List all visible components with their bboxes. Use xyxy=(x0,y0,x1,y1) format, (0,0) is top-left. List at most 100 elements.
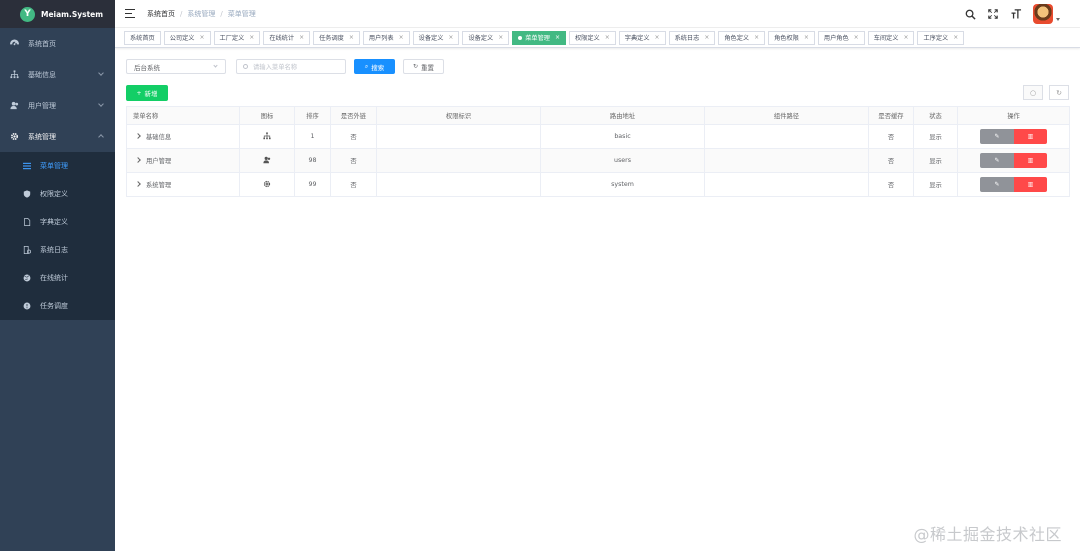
tag-item[interactable]: 工厂定义 × xyxy=(213,30,261,45)
close-icon[interactable]: × xyxy=(804,34,809,41)
system-select-value: 后台系统 xyxy=(134,63,160,72)
route-cell: system xyxy=(540,172,705,197)
sidebar-item-label: 菜单管理 xyxy=(40,162,68,170)
close-icon[interactable]: × xyxy=(903,34,908,41)
sidebar-item-permission[interactable]: 权限定义 xyxy=(0,180,115,208)
sidebar-item-online-stats[interactable]: 在线统计 xyxy=(0,264,115,292)
tag-item[interactable]: 字典定义 × xyxy=(618,30,666,45)
search-icon: ○ xyxy=(1029,88,1037,97)
search-icon[interactable] xyxy=(964,8,976,20)
close-icon[interactable]: × xyxy=(854,34,859,41)
close-icon[interactable]: × xyxy=(249,34,254,41)
edit-button[interactable]: ✎ xyxy=(980,153,1014,168)
app-logo[interactable]: Y Meiam.System xyxy=(0,0,115,28)
main-content: 后台系统 请输入菜单名称 ⌕ 搜索 ↻ 重置 + 新增 ○ ↻ 菜单名称 图标 … xyxy=(115,48,1080,551)
close-icon[interactable]: × xyxy=(555,34,560,41)
edit-button[interactable]: ✎ xyxy=(980,177,1014,192)
menu-name-cell[interactable]: 基础信息 xyxy=(126,124,240,149)
user-avatar[interactable] xyxy=(1033,4,1053,24)
fullscreen-icon[interactable] xyxy=(987,8,999,20)
table-row[interactable]: 基础信息 1 否 basic 否 显示 ✎ ▥ xyxy=(126,124,1070,149)
tag-item[interactable]: 角色定义 × xyxy=(718,30,766,45)
sidebar-item-task-schedule[interactable]: 任务调度 xyxy=(0,292,115,320)
expand-arrow-icon[interactable] xyxy=(135,133,141,139)
search-placeholder: 请输入菜单名称 xyxy=(253,64,298,71)
sidebar-item-system-log[interactable]: 系统日志 xyxy=(0,236,115,264)
chevron-down-icon xyxy=(98,101,104,107)
sitemap-icon xyxy=(263,131,271,142)
trash-icon: ▥ xyxy=(1027,133,1034,140)
breadcrumb-home[interactable]: 系统首页 xyxy=(147,9,175,19)
table-toolbar: ○ ↻ xyxy=(1023,85,1069,100)
tag-item[interactable]: 在线统计 × xyxy=(263,30,311,45)
font-size-icon[interactable] xyxy=(1010,8,1022,20)
close-icon[interactable]: × xyxy=(399,34,404,41)
tag-item[interactable]: 公司定义 × xyxy=(163,30,211,45)
breadcrumb-system: 系统管理 xyxy=(187,9,216,18)
refresh-icon: ↻ xyxy=(412,63,419,70)
gear-icon xyxy=(263,180,271,190)
sidebar-item-user-management[interactable]: 用户管理 xyxy=(0,90,115,121)
system-select[interactable]: 后台系统 xyxy=(126,59,226,74)
tag-item[interactable]: 车间定义 × xyxy=(867,30,915,45)
menu-name-cell[interactable]: 系统管理 xyxy=(126,172,240,197)
column-header: 状态 xyxy=(913,106,958,125)
search-button[interactable]: ⌕ 搜索 xyxy=(354,59,395,74)
sidebar-item-label: 系统管理 xyxy=(28,132,56,141)
table-row[interactable]: 系统管理 99 否 system 否 显示 ✎ ▥ xyxy=(126,172,1070,197)
route-cell: basic xyxy=(540,124,705,149)
close-icon[interactable]: × xyxy=(349,34,354,41)
sort-cell: 99 xyxy=(294,172,331,197)
close-icon[interactable]: × xyxy=(299,34,304,41)
menu-name-search-input[interactable]: 请输入菜单名称 xyxy=(236,59,346,74)
refresh-icon: ↻ xyxy=(1056,88,1062,97)
sort-cell: 98 xyxy=(294,148,331,173)
close-icon[interactable]: × xyxy=(448,34,453,41)
delete-button[interactable]: ▥ xyxy=(1014,129,1047,144)
caret-down-icon[interactable] xyxy=(1056,17,1060,21)
chevron-down-icon xyxy=(213,63,218,68)
tag-item[interactable]: 任务调度 × xyxy=(313,30,360,45)
toggle-search-button[interactable]: ○ xyxy=(1023,85,1043,100)
close-icon[interactable]: × xyxy=(498,34,503,41)
log-icon xyxy=(23,246,31,254)
tag-item[interactable]: 用户列表 × xyxy=(362,30,410,45)
tag-item[interactable]: 系统日志 × xyxy=(668,30,716,45)
hamburger-menu-icon[interactable] xyxy=(125,9,135,18)
status-cell: 显示 xyxy=(913,148,958,173)
sidebar-item-dictionary[interactable]: 字典定义 xyxy=(0,208,115,236)
close-icon[interactable]: × xyxy=(605,34,610,41)
sidebar-item-home[interactable]: 系统首页 xyxy=(0,28,115,59)
sidebar-item-menu-management[interactable]: 菜单管理 xyxy=(0,152,115,180)
tag-item[interactable]: 用户角色 × xyxy=(817,30,865,45)
table-row[interactable]: 用户管理 98 否 users 否 显示 ✎ ▥ xyxy=(126,148,1070,173)
tag-item[interactable]: 系统首页 xyxy=(124,30,161,45)
close-icon[interactable]: × xyxy=(953,34,958,41)
active-dot-icon xyxy=(518,35,523,40)
column-header: 菜单名称 xyxy=(126,106,240,125)
reset-button[interactable]: ↻ 重置 xyxy=(403,59,444,74)
tag-item[interactable]: 设备定义 × xyxy=(412,30,460,45)
expand-arrow-icon[interactable] xyxy=(135,181,141,187)
tag-item[interactable]: 工序定义 × xyxy=(917,30,965,45)
menu-name-cell[interactable]: 用户管理 xyxy=(126,148,240,173)
tag-item[interactable]: 设备定义 × xyxy=(462,30,510,45)
sidebar-item-system-management[interactable]: 系统管理 xyxy=(0,121,115,152)
breadcrumb-separator: / xyxy=(180,9,183,18)
tag-item[interactable]: 角色权限 × xyxy=(768,30,815,45)
clock-icon xyxy=(23,302,31,310)
close-icon[interactable]: × xyxy=(754,34,759,41)
delete-button[interactable]: ▥ xyxy=(1014,153,1047,168)
close-icon[interactable]: × xyxy=(200,34,205,41)
edit-button[interactable]: ✎ xyxy=(980,129,1014,144)
delete-button[interactable]: ▥ xyxy=(1014,177,1047,192)
icon-cell xyxy=(239,124,295,149)
tag-item[interactable]: 权限定义 × xyxy=(569,30,616,45)
tag-item-active[interactable]: 菜单管理 × xyxy=(512,30,566,45)
refresh-button[interactable]: ↻ xyxy=(1049,85,1069,100)
close-icon[interactable]: × xyxy=(655,34,660,41)
close-icon[interactable]: × xyxy=(704,34,709,41)
add-menu-button[interactable]: + 新增 xyxy=(126,85,168,101)
expand-arrow-icon[interactable] xyxy=(135,157,141,163)
sidebar-item-basic-info[interactable]: 基础信息 xyxy=(0,59,115,90)
